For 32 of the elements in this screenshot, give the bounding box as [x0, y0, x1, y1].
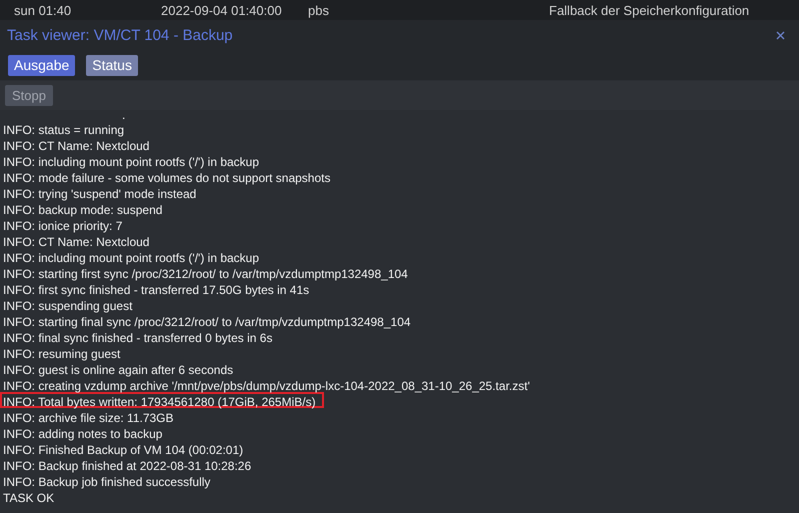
log-line: INFO: ionice priority: 7	[2, 218, 124, 232]
log-line: INFO: backup mode: suspend	[2, 202, 164, 216]
table-cell-text: pbs	[308, 2, 330, 18]
window-title: Task viewer: VM/CT 104 - Backup	[7, 26, 233, 44]
log-line: INFO: creating vzdump archive '/mnt/pve/pbs/dump/vzdump-lxc-104-2022_08_31-10_26_25.tar.zst'	[2, 378, 531, 392]
log-line: INFO: Backup finished at 2022-08-31 10:28:26	[2, 458, 252, 472]
log-line: INFO: first sync finished - transferred 17.50G bytes in 41s	[2, 282, 310, 296]
log-line: INFO: starting first sync /proc/3212/root/ to /var/tmp/vzdumptmp132498_104	[2, 266, 409, 280]
log-line: INFO: starting final sync /proc/3212/root/ to /var/tmp/vzdumptmp132498_104	[2, 314, 412, 328]
log-line: INFO: Finished Backup of VM 104 (00:02:01)	[2, 442, 244, 456]
table-cell-text: 2022-09-04 01:40:00	[161, 2, 283, 18]
log-line: INFO: status = running	[2, 122, 126, 136]
log-line: INFO: Backup job finished successfully	[2, 474, 212, 488]
log-line: INFO: including mount point rootfs ('/') in backup	[2, 250, 260, 264]
table-cell-text: sun 01:40	[14, 2, 72, 18]
tab[interactable]: Ausgabe	[8, 54, 76, 76]
log-line: INFO: suspending guest	[2, 298, 134, 312]
log-line: INFO: guest is online again after 6 seconds	[2, 362, 234, 376]
log-line: INFO: including mount point rootfs ('/') in backup	[2, 154, 260, 168]
log-line: INFO: archive file size: 11.73GB	[2, 410, 175, 424]
log-line: INFO: adding notes to backup	[2, 426, 164, 440]
log-line: TASK OK	[2, 490, 56, 504]
log-line: INFO: mode failure - some volumes do not support snapshots	[2, 170, 332, 184]
log-line: INFO: final sync finished - transferred 0 bytes in 6s	[2, 330, 274, 344]
log-line: .	[121, 110, 126, 120]
close-icon[interactable]	[776, 30, 785, 40]
log-line: INFO: CT Name: Nextcloud	[2, 138, 150, 152]
tab[interactable]: Status	[86, 54, 138, 76]
log-line: INFO: resuming guest	[2, 346, 122, 360]
log-line: INFO: CT Name: Nextcloud	[2, 234, 150, 248]
table-cell: Fallback der Speicherkonfiguration	[549, 2, 750, 18]
log-line: INFO: trying 'suspend' mode instead	[2, 186, 198, 200]
